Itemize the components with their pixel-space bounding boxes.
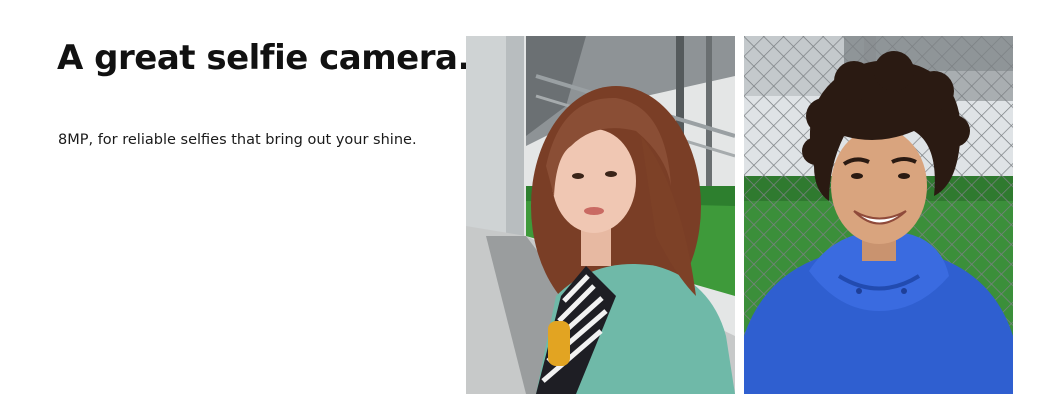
section-heading: A great selfie camera. xyxy=(57,38,470,78)
man-selfie-photo xyxy=(744,36,1013,394)
woman-selfie-photo xyxy=(466,36,735,394)
selfie-camera-section: A great selfie camera. 8MP, for reliable… xyxy=(0,0,1046,419)
man-selfie-illustration xyxy=(744,36,1013,394)
section-description: 8MP, for reliable selfies that bring out… xyxy=(58,132,417,148)
woman-selfie-illustration xyxy=(466,36,735,394)
